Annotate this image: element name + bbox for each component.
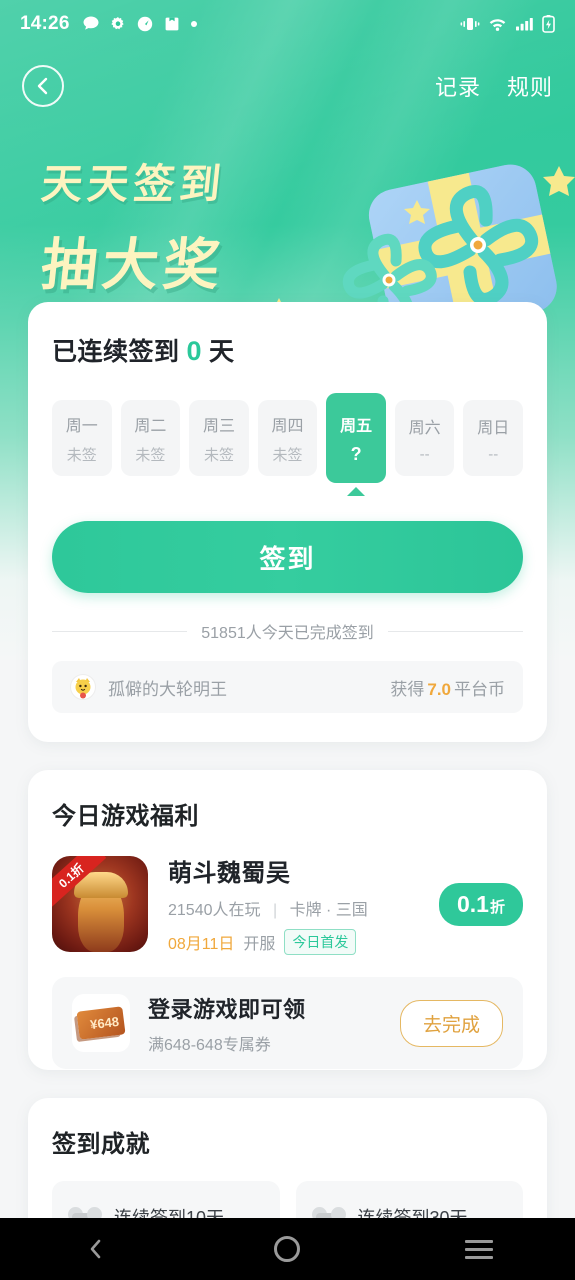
weekday-chip-fri[interactable]: 周五 ? <box>326 393 386 496</box>
coupon-row[interactable]: ¥648 登录游戏即可领 满648-648专属券 去完成 <box>52 977 523 1069</box>
reward-suffix: 平台币 <box>454 679 505 699</box>
weekday-name: 周一 <box>65 417 98 435</box>
streak-heading: 已连续签到 0 天 <box>52 332 523 368</box>
weekday-status: -- <box>419 445 430 463</box>
signal-icon <box>516 18 533 31</box>
weekday-name: 周五 <box>340 417 373 435</box>
weekday-chip-wed[interactable]: 周三 未签 <box>189 400 249 476</box>
weekday-status: 未签 <box>272 446 303 464</box>
divider-right <box>387 630 523 632</box>
record-link[interactable]: 记录 <box>435 70 481 102</box>
first-release-badge: 今日首发 <box>284 929 357 955</box>
chat-bubble-icon <box>83 16 99 30</box>
weekday-chip-thu[interactable]: 周四 未签 <box>257 400 318 476</box>
nav-back-button[interactable] <box>61 1227 131 1271</box>
streak-prefix: 已连续签到 <box>52 338 180 366</box>
nav-home-button[interactable] <box>252 1227 322 1271</box>
weekday-status: -- <box>488 445 499 463</box>
weekday-name: 周二 <box>134 417 167 435</box>
weekday-status: ? <box>350 443 362 464</box>
discount-unit: 折 <box>489 898 505 916</box>
coupon-title: 登录游戏即可领 <box>148 996 306 1022</box>
nav-recents-button[interactable] <box>444 1227 514 1271</box>
achievements-title: 签到成就 <box>52 1131 150 1158</box>
weekday-name: 周四 <box>271 417 304 435</box>
welfare-title: 今日游戏福利 <box>52 803 199 830</box>
back-button[interactable] <box>22 65 64 107</box>
back-chevron-icon <box>37 77 48 95</box>
dot-icon <box>190 21 197 27</box>
weekday-name: 周三 <box>202 417 235 435</box>
weekday-chip-tue[interactable]: 周二 未签 <box>120 400 181 476</box>
game-release-line: 08月11日 开服 今日首发 <box>168 929 425 955</box>
shopping-bag-icon <box>165 17 179 31</box>
status-left-icons <box>82 15 198 33</box>
coupon-thumbnail: ¥648 <box>72 994 130 1052</box>
game-players: 21540人在玩 <box>168 902 261 919</box>
game-row[interactable]: 0.1折 萌斗魏蜀吴 21540人在玩 | 卡牌 · 三国 08月11日 开服 … <box>52 853 523 955</box>
signin-count-text: 51851人今天已完成签到 <box>201 625 374 642</box>
hero-title-line2: 抽大奖 <box>38 233 228 298</box>
game-name: 萌斗魏蜀吴 <box>168 860 291 887</box>
welfare-card: 今日游戏福利 0.1折 萌斗魏蜀吴 21540人在玩 | 卡牌 · 三国 08月… <box>28 770 547 1070</box>
signin-button[interactable]: 签到 <box>52 521 523 593</box>
game-subtitle: 21540人在玩 | 卡牌 · 三国 <box>168 896 425 920</box>
nav-recents-icon <box>465 1235 494 1264</box>
page-header: 记录 规则 <box>0 56 575 116</box>
weekday-name: 周日 <box>477 419 510 437</box>
marquee-reward: 获得 7.0 平台币 <box>390 675 505 700</box>
gear-icon <box>110 17 124 30</box>
game-open-suffix: 开服 <box>243 936 276 953</box>
weekday-chip-mon[interactable]: 周一 未签 <box>52 400 112 476</box>
android-navigation-bar <box>0 1218 575 1280</box>
nav-back-icon <box>90 1239 101 1259</box>
coupon-ticket-icon: ¥648 <box>76 1006 126 1040</box>
game-thumbnail: 0.1折 <box>52 856 148 952</box>
wifi-icon <box>489 19 506 31</box>
active-day-pointer <box>347 487 366 496</box>
marquee-username: 孤僻的大轮明王 <box>108 679 227 699</box>
reward-amount: 7.0 <box>427 679 451 699</box>
weekday-name: 周六 <box>408 419 441 437</box>
hero-title: 天天签到 抽大奖 <box>38 150 229 301</box>
rules-link[interactable]: 规则 <box>507 70 553 102</box>
game-open-date: 08月11日 <box>168 936 235 953</box>
weekday-status: 未签 <box>203 446 234 464</box>
coupon-meta: 登录游戏即可领 满648-648专属券 <box>148 992 306 1055</box>
nav-home-icon <box>274 1236 301 1262</box>
weekday-row: 周一 未签 周二 未签 周三 未签 周四 未签 周五 ? 周六 -- 周日 -- <box>52 393 524 496</box>
coupon-subtitle: 满648-648专属券 <box>148 1036 271 1054</box>
streak-suffix: 天 <box>209 338 235 366</box>
game-category: 卡牌 · 三国 <box>289 902 368 919</box>
weekday-status: 未签 <box>135 446 166 464</box>
signin-count-line: 51851人今天已完成签到 <box>52 619 523 643</box>
header-actions: 记录 规则 <box>435 70 553 102</box>
signin-card: 已连续签到 0 天 周一 未签 周二 未签 周三 未签 周四 未签 周五 ? 周… <box>28 302 547 742</box>
cat-avatar-icon <box>70 674 96 700</box>
discount-button[interactable]: 0.1 折 <box>439 882 523 926</box>
streak-count: 0 <box>186 336 203 366</box>
speedometer-icon <box>137 16 152 32</box>
reward-prefix: 获得 <box>390 679 425 699</box>
game-sub-separator: | <box>272 902 278 919</box>
battery-charging-icon <box>542 15 555 33</box>
game-meta: 萌斗魏蜀吴 21540人在玩 | 卡牌 · 三国 08月11日 开服 今日首发 <box>168 853 425 955</box>
vibrate-icon <box>460 18 480 30</box>
divider-left <box>52 630 188 632</box>
status-right-icons <box>460 14 555 34</box>
status-bar: 14:26 <box>0 0 575 48</box>
status-time: 14:26 <box>20 13 70 34</box>
discount-value: 0.1 <box>457 890 489 917</box>
hero-title-line1: 天天签到 <box>39 160 229 208</box>
weekday-chip-sun[interactable]: 周日 -- <box>463 400 524 476</box>
reward-marquee[interactable]: 孤僻的大轮明王 获得 7.0 平台币 <box>52 661 523 713</box>
coupon-action-button[interactable]: 去完成 <box>399 999 503 1047</box>
weekday-chip-sat[interactable]: 周六 -- <box>394 400 455 476</box>
app-screen: 天天签到 抽大奖 14:26 记录 规则 已连续签到 0 天 周一 未签 周二 … <box>0 0 575 1280</box>
weekday-status: 未签 <box>66 446 97 464</box>
